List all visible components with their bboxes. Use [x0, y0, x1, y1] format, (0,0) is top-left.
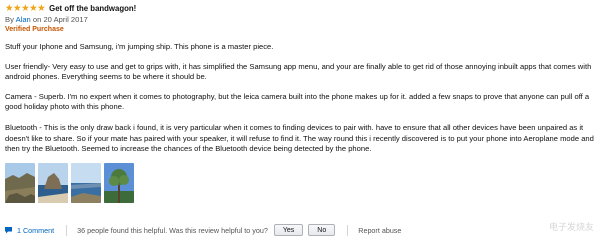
review-photos	[5, 162, 595, 203]
review-photo-coast[interactable]	[5, 162, 35, 203]
watermark: 电子发烧友	[548, 222, 594, 232]
author-link[interactable]: Alan	[16, 15, 31, 24]
review-photo-sea[interactable]	[71, 162, 101, 203]
star-icon: ★	[13, 2, 22, 14]
footer-divider	[347, 224, 349, 236]
review-byline: By Alan on 20 April 2017	[5, 15, 595, 25]
review-paragraph: Bluetooth - This is the only draw back i…	[5, 122, 594, 154]
speech-bubble-icon	[5, 227, 12, 234]
review-paragraph: Camera - Superb. I'm no expert when it c…	[5, 91, 590, 112]
review-title[interactable]: Get off the bandwagon!	[49, 4, 136, 13]
star-icon: ★	[29, 2, 38, 14]
review-photo-rock[interactable]	[38, 162, 68, 203]
review-header: ★ ★ ★ ★ ★ Get off the bandwagon!	[5, 3, 595, 14]
comment-count: 1 Comment	[17, 225, 55, 235]
comment-link[interactable]: 1 Comment	[4, 226, 54, 235]
helpful-yes-button[interactable]: Yes	[273, 224, 304, 236]
report-abuse-link[interactable]: Report abuse	[358, 226, 401, 235]
review-footer: 1 Comment 36 people found this helpful. …	[4, 222, 596, 238]
star-rating[interactable]: ★ ★ ★ ★ ★	[5, 2, 46, 14]
customer-review: ★ ★ ★ ★ ★ Get off the bandwagon! By Alan…	[5, 3, 595, 203]
review-paragraph: User friendly- Very easy to use and get …	[5, 61, 592, 82]
byline-prefix: By	[5, 15, 14, 24]
review-photo-tree[interactable]	[104, 162, 134, 203]
footer-divider	[66, 224, 68, 236]
review-date: on 20 April 2017	[32, 15, 88, 24]
review-paragraph: Stuff your Iphone and Samsung, i'm jumpi…	[5, 42, 274, 51]
helpful-no-button[interactable]: No	[308, 224, 336, 236]
verified-purchase-badge: Verified Purchase	[5, 26, 64, 33]
star-icon: ★	[5, 2, 14, 14]
star-icon: ★	[21, 2, 30, 14]
helpful-text: 36 people found this helpful. Was this r…	[77, 225, 268, 235]
star-icon: ★	[37, 2, 46, 14]
